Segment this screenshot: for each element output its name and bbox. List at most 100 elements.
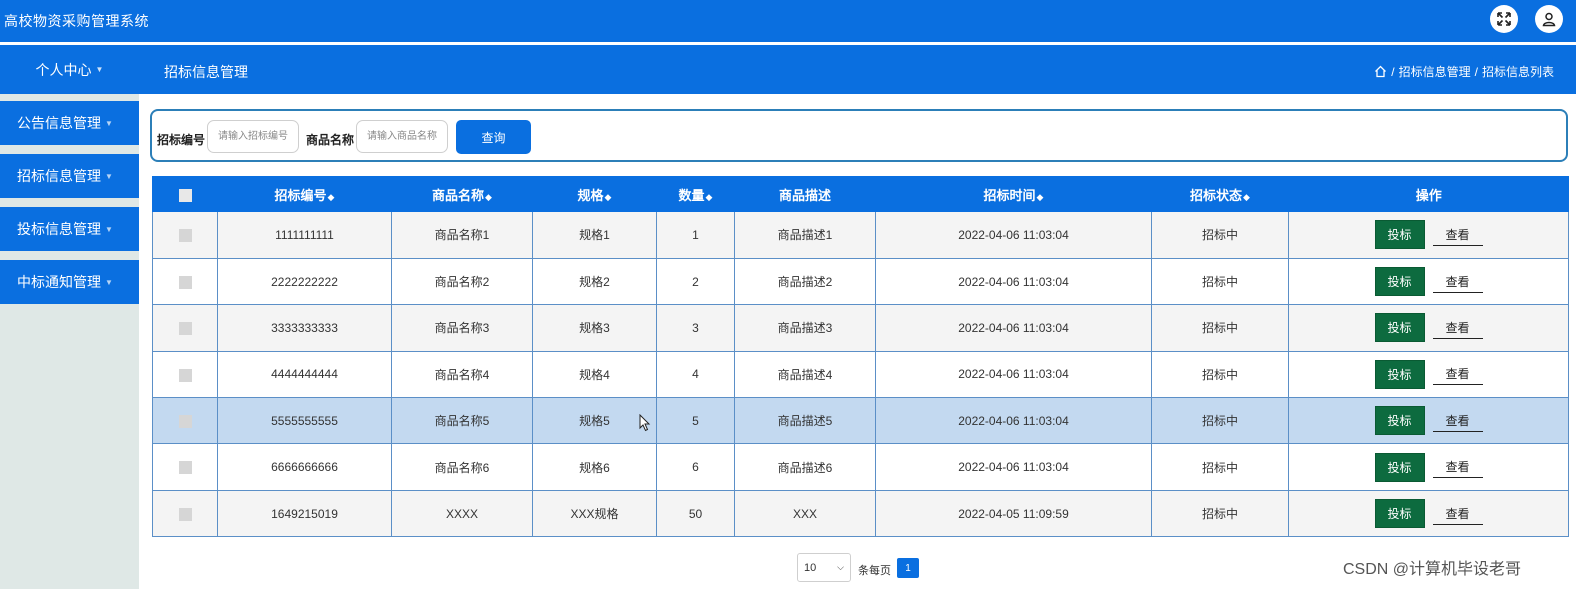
table-row[interactable]: 5555555555 商品名称5 规格5 5 商品描述5 2022-04-06 … <box>152 397 1569 445</box>
user-button[interactable] <box>1535 5 1563 33</box>
column-header[interactable]: 招标时间◆ <box>875 176 1152 212</box>
per-page-label: 条每页 <box>858 565 891 577</box>
quantity-cell: 1 <box>656 212 735 259</box>
tender-code-cell: 1649215019 <box>217 490 392 538</box>
sort-icon[interactable]: ◆ <box>328 192 335 202</box>
table-row[interactable]: 2222222222 商品名称2 规格2 2 商品描述2 2022-04-06 … <box>152 258 1569 306</box>
view-button[interactable]: 查看 <box>1432 363 1483 386</box>
home-icon[interactable] <box>1374 65 1387 78</box>
personal-center-label: 个人中心 <box>35 61 92 78</box>
description-cell: 商品描述2 <box>734 258 876 306</box>
page-number-button[interactable]: 1 <box>897 558 919 578</box>
table-row[interactable]: 6666666666 商品名称6 规格6 6 商品描述6 2022-04-06 … <box>152 443 1569 491</box>
tender-time-cell: 2022-04-06 11:03:04 <box>875 443 1152 491</box>
tender-code-input[interactable] <box>207 120 299 153</box>
view-button[interactable]: 查看 <box>1432 456 1483 479</box>
actions-cell: 投标 查看 <box>1288 212 1569 259</box>
bid-button[interactable]: 投标 <box>1374 406 1425 436</box>
bid-button[interactable]: 投标 <box>1374 267 1425 297</box>
product-name-cell: XXXX <box>391 490 533 538</box>
sort-icon[interactable]: ◆ <box>1243 192 1250 202</box>
table-row[interactable]: 3333333333 商品名称3 规格3 3 商品描述3 2022-04-06 … <box>152 304 1569 352</box>
actions-cell: 投标 查看 <box>1288 397 1569 445</box>
product-name-cell: 商品名称4 <box>391 351 533 399</box>
product-name-cell: 商品名称3 <box>391 304 533 352</box>
status-cell: 招标中 <box>1151 351 1289 399</box>
search-button[interactable]: 查询 <box>456 120 531 154</box>
view-button[interactable]: 查看 <box>1432 317 1483 339</box>
quantity-cell: 3 <box>656 304 735 352</box>
row-checkbox[interactable] <box>178 275 192 289</box>
app-title: 高校物资采购管理系统 <box>4 13 149 29</box>
column-header[interactable]: 招标状态◆ <box>1151 176 1289 212</box>
sort-icon[interactable]: ◆ <box>706 192 713 202</box>
view-button[interactable]: 查看 <box>1432 410 1483 432</box>
bid-button[interactable]: 投标 <box>1374 313 1425 343</box>
row-checkbox[interactable] <box>178 461 192 475</box>
row-checkbox[interactable] <box>178 229 192 243</box>
row-checkbox[interactable] <box>178 507 192 521</box>
expand-icon <box>1497 12 1511 26</box>
status-cell: 招标中 <box>1151 490 1289 538</box>
status-cell: 招标中 <box>1151 212 1289 259</box>
view-button[interactable]: 查看 <box>1432 224 1483 246</box>
breadcrumb: / 招标信息管理 / 招标信息列表 <box>1374 63 1554 80</box>
quantity-cell: 4 <box>656 351 735 399</box>
tender-code-cell: 6666666666 <box>217 443 392 491</box>
chevron-down-icon: ▼ <box>95 65 104 74</box>
sidebar-item-notice[interactable]: 公告信息管理 ▼ <box>0 101 139 145</box>
quantity-cell: 2 <box>656 258 735 306</box>
row-checkbox[interactable] <box>178 368 192 382</box>
chevron-down-icon: ▼ <box>105 171 113 181</box>
view-button[interactable]: 查看 <box>1432 503 1483 525</box>
column-header[interactable]: 商品名称◆ <box>391 176 533 212</box>
fullscreen-button[interactable] <box>1490 5 1518 33</box>
breadcrumb-item[interactable]: 招标信息管理 <box>1399 63 1471 80</box>
sort-icon[interactable]: ◆ <box>485 192 492 202</box>
tender-code-cell: 5555555555 <box>217 397 392 445</box>
quantity-cell: 5 <box>656 397 735 445</box>
sidebar-item-bid[interactable]: 投标信息管理 ▼ <box>0 207 139 251</box>
sort-icon[interactable]: ◆ <box>1037 192 1044 202</box>
actions-cell: 投标 查看 <box>1288 304 1569 352</box>
table-row[interactable]: 4444444444 商品名称4 规格4 4 商品描述4 2022-04-06 … <box>152 351 1569 399</box>
search-panel: 招标编号 商品名称 查询 <box>150 109 1568 162</box>
product-name-label: 商品名称 <box>306 133 355 147</box>
tender-time-cell: 2022-04-05 11:09:59 <box>875 490 1152 538</box>
row-checkbox[interactable] <box>178 322 192 336</box>
bid-button[interactable]: 投标 <box>1374 359 1425 389</box>
bid-button[interactable]: 投标 <box>1374 452 1425 482</box>
sort-icon[interactable]: ◆ <box>605 192 612 202</box>
view-button[interactable]: 查看 <box>1432 271 1483 293</box>
chevron-down-icon: ▼ <box>105 224 113 234</box>
spec-cell: 规格6 <box>532 443 657 491</box>
personal-center-menu[interactable]: 个人中心 ▼ <box>0 45 139 94</box>
bid-button[interactable]: 投标 <box>1374 220 1425 250</box>
row-checkbox[interactable] <box>178 414 192 428</box>
sidebar-item-tender[interactable]: 招标信息管理 ▼ <box>0 154 139 198</box>
description-cell: 商品描述4 <box>734 351 876 399</box>
chevron-down-icon: ⌵ <box>837 562 844 572</box>
column-header: 商品描述 <box>734 176 876 212</box>
description-cell: 商品描述5 <box>734 397 876 445</box>
page-size-select[interactable]: 10 ⌵ <box>797 553 851 582</box>
column-header[interactable]: 招标编号◆ <box>217 176 392 212</box>
description-cell: XXX <box>734 490 876 538</box>
bid-button[interactable]: 投标 <box>1374 499 1425 529</box>
spec-cell: 规格2 <box>532 258 657 306</box>
spec-cell: 规格4 <box>532 351 657 399</box>
sidebar-item-label: 中标通知管理 <box>17 274 101 290</box>
product-name-cell: 商品名称1 <box>391 212 533 259</box>
tender-time-cell: 2022-04-06 11:03:04 <box>875 304 1152 352</box>
select-all-checkbox[interactable] <box>178 188 192 202</box>
tender-code-cell: 2222222222 <box>217 258 392 306</box>
status-cell: 招标中 <box>1151 397 1289 445</box>
product-name-input[interactable] <box>356 120 448 153</box>
table-row[interactable]: 1111111111 商品名称1 规格1 1 商品描述1 2022-04-06 … <box>152 212 1569 259</box>
column-header[interactable]: 规格◆ <box>532 176 657 212</box>
column-header[interactable]: 数量◆ <box>656 176 735 212</box>
sidebar-item-label: 公告信息管理 <box>17 115 101 131</box>
sidebar-item-award[interactable]: 中标通知管理 ▼ <box>0 260 139 304</box>
tender-code-label: 招标编号 <box>157 133 206 147</box>
table-row[interactable]: 1649215019 XXXX XXX规格 50 XXX 2022-04-05 … <box>152 490 1569 538</box>
